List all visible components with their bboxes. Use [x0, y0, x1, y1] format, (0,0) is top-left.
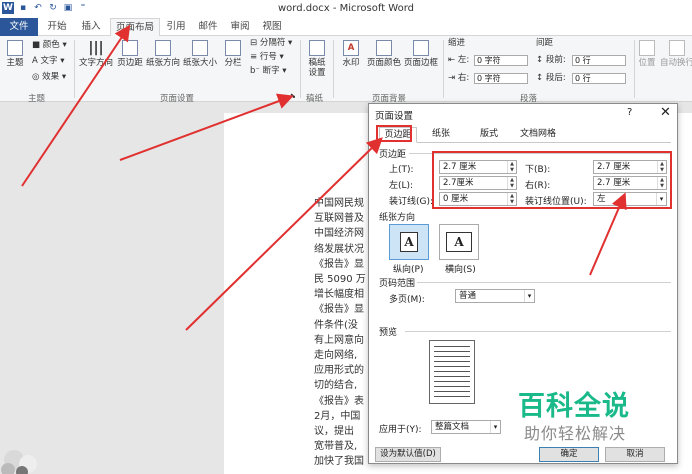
watermark-button[interactable]: A 水印 — [338, 40, 364, 68]
window-title: word.docx - Microsoft Word — [278, 3, 414, 14]
flower-image — [1, 450, 37, 474]
page-borders-button[interactable]: 页面边框 — [402, 40, 440, 68]
columns-icon — [225, 40, 241, 56]
spacing-after-input[interactable]: 0 行 — [572, 73, 626, 84]
set-default-button[interactable]: 设为默认值(D) — [375, 447, 441, 462]
line-numbers-button[interactable]: ≡ 行号 ▾ — [250, 52, 284, 63]
multiple-pages-select[interactable]: 普通 ▾ — [455, 289, 535, 303]
spacing-label: 间距 — [536, 38, 554, 48]
size-button[interactable]: 纸张大小 — [181, 40, 219, 68]
tab-review[interactable]: 审阅 — [226, 18, 254, 36]
group-separator — [333, 40, 334, 98]
wrap-text-button[interactable]: 自动换行 — [660, 40, 692, 68]
text-direction-icon: ||| — [88, 40, 104, 56]
tab-page-layout[interactable]: 页面布局 — [110, 18, 160, 37]
dialog-tabs: 页边距 纸张 版式 文档网格 — [377, 127, 671, 143]
spacing-before-input[interactable]: 0 行 — [572, 55, 626, 66]
preview-section-label: 预览 — [379, 328, 398, 338]
left-margin-label: 左(L): — [389, 181, 414, 191]
preview-page — [429, 340, 475, 404]
chevron-down-icon: ▾ — [490, 421, 500, 433]
ok-button[interactable]: 确定 — [539, 447, 599, 462]
portrait-icon: A — [400, 232, 418, 252]
annotation-highlight-tab — [376, 125, 412, 142]
draft-paper-icon — [309, 40, 325, 56]
theme-effects-button[interactable]: ◎ 效果 ▾ — [32, 72, 66, 83]
watermark-title: 百科全说 — [518, 391, 630, 422]
indent-right-label: ⇥ 右: — [448, 73, 470, 83]
pages-section-label: 页码范围 — [379, 279, 416, 289]
position-icon — [639, 40, 655, 56]
tab-home[interactable]: 开始 — [42, 18, 72, 36]
themes-button[interactable]: 主题 — [4, 40, 26, 68]
orientation-icon — [155, 40, 171, 56]
page-borders-icon — [413, 40, 429, 56]
orientation-button[interactable]: 纸张方向 — [145, 40, 181, 68]
apply-to-select[interactable]: 整篇文档 ▾ — [431, 420, 501, 434]
multiple-pages-label: 多页(M): — [389, 295, 425, 305]
page-setup-launcher-icon[interactable]: ⬊ — [290, 91, 296, 102]
spacing-before-label: ↕ 段前: — [536, 55, 566, 65]
group-separator — [74, 40, 75, 98]
close-icon[interactable]: ✕ — [660, 105, 671, 120]
landscape-icon: A — [446, 232, 472, 252]
divider — [417, 282, 671, 283]
dialog-title: 页面设置 — [375, 111, 414, 122]
tab-references[interactable]: 引用 — [162, 18, 190, 36]
indent-right-input[interactable]: 0 字符 — [474, 73, 528, 84]
portrait-button[interactable]: A — [389, 224, 429, 260]
title-bar: W ▪ ↶ ↻ ▣ ⁼ word.docx - Microsoft Word — [0, 0, 692, 18]
margins-button[interactable]: 页边距 — [115, 40, 145, 68]
gutter-label: 装订线(G): — [389, 197, 434, 207]
indent-label: 缩进 — [448, 38, 466, 48]
tab-document-grid[interactable]: 文档网格 — [513, 127, 563, 143]
text-direction-button[interactable]: ||| 文字方向 — [77, 40, 115, 68]
landscape-button[interactable]: A — [439, 224, 479, 260]
tab-view[interactable]: 视图 — [258, 18, 286, 36]
breaks-button[interactable]: ⊟ 分隔符 ▾ — [250, 38, 292, 49]
columns-button[interactable]: 分栏 — [222, 40, 244, 68]
apply-to-label: 应用于(Y): — [379, 425, 422, 435]
help-icon[interactable]: ? — [627, 107, 632, 118]
tab-mailings[interactable]: 邮件 — [194, 18, 222, 36]
top-margin-label: 上(T): — [389, 165, 414, 175]
chevron-down-icon: ▾ — [524, 290, 534, 302]
ribbon-tab-bar: 文件 开始 插入 页面布局 引用 邮件 审阅 视图 — [0, 18, 692, 37]
theme-colors-button[interactable]: ■ 颜色 ▾ — [32, 40, 67, 51]
page-color-button[interactable]: 页面颜色 — [366, 40, 402, 68]
page-color-icon — [376, 40, 392, 56]
tab-insert[interactable]: 插入 — [76, 18, 106, 36]
group-separator — [300, 40, 301, 98]
wrap-text-icon — [669, 40, 685, 56]
group-separator — [443, 40, 444, 98]
cancel-button[interactable]: 取消 — [605, 447, 665, 462]
watermark-subtitle: 助你轻松解决 — [524, 424, 627, 443]
theme-fonts-button[interactable]: A 文字 ▾ — [32, 56, 65, 67]
annotation-highlight-margins — [432, 151, 672, 209]
spacing-after-label: ↕ 段后: — [536, 73, 566, 83]
margins-section-label: 页边距 — [379, 150, 407, 160]
position-button[interactable]: 位置 — [636, 40, 658, 68]
ribbon-page-layout: 主题 ■ 颜色 ▾ A 文字 ▾ ◎ 效果 ▾ 主题 ||| 文字方向 页边距 纸… — [0, 36, 692, 104]
watermark-icon: A — [343, 40, 359, 56]
landscape-label: 横向(S) — [445, 265, 476, 275]
size-icon — [192, 40, 208, 56]
indent-left-label: ⇤ 左: — [448, 55, 470, 65]
draft-paper-button[interactable]: 稿纸设置 — [304, 40, 330, 78]
divider — [405, 331, 671, 332]
orientation-section-label: 纸张方向 — [379, 213, 416, 223]
portrait-label: 纵向(P) — [393, 265, 424, 275]
tab-file[interactable]: 文件 — [0, 18, 38, 36]
tab-paper[interactable]: 纸张 — [425, 127, 457, 143]
indent-left-input[interactable]: 0 字符 — [474, 55, 528, 66]
margins-icon — [122, 40, 138, 56]
group-separator — [634, 40, 635, 98]
hyphenation-button[interactable]: b⁻ 断字 ▾ — [250, 66, 287, 77]
tab-layout[interactable]: 版式 — [473, 127, 505, 143]
themes-icon — [7, 40, 23, 56]
